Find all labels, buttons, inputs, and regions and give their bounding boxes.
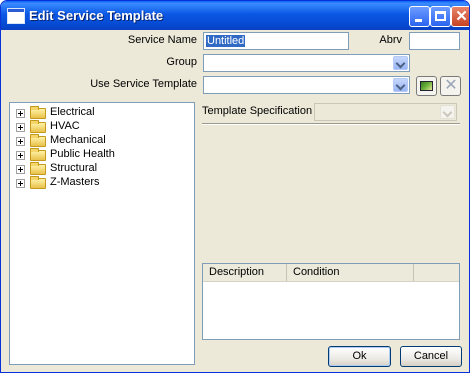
title-bar[interactable]: Edit Service Template ✕ [1, 1, 469, 30]
ok-button[interactable]: Ok [328, 346, 391, 367]
tree-item-label: Structural [50, 162, 98, 174]
folder-icon [30, 176, 46, 189]
folder-icon [30, 120, 46, 133]
abrv-label: Abrv [379, 34, 402, 46]
minimize-button[interactable] [409, 6, 430, 27]
service-category-tree[interactable]: Electrical HVAC Mechanical Public Health… [9, 102, 195, 365]
chevron-down-icon[interactable] [393, 78, 408, 92]
maximize-button[interactable] [430, 6, 451, 27]
window-icon [7, 8, 25, 24]
apply-template-button[interactable] [416, 76, 437, 96]
group-combo[interactable] [203, 54, 410, 72]
minimize-icon [415, 19, 422, 22]
folder-icon [30, 148, 46, 161]
close-button[interactable]: ✕ [451, 6, 469, 27]
edit-service-template-window: Edit Service Template ✕ Service Name Unt… [0, 0, 470, 373]
expand-icon[interactable] [16, 151, 25, 160]
tree-item-label: Electrical [50, 106, 95, 118]
tree-item-label: Z-Masters [50, 176, 100, 188]
grid-header: Description Condition [203, 264, 459, 282]
cancel-button[interactable]: Cancel [400, 346, 462, 367]
service-name-value: Untitled [206, 35, 246, 47]
column-header-description[interactable]: Description [203, 264, 287, 281]
expand-icon[interactable] [16, 137, 25, 146]
service-name-label: Service Name [127, 34, 197, 46]
chevron-down-icon[interactable] [440, 105, 455, 119]
folder-icon [30, 106, 46, 119]
expand-icon[interactable] [16, 109, 25, 118]
chevron-down-icon[interactable] [393, 56, 408, 70]
expand-icon[interactable] [16, 179, 25, 188]
abrv-input[interactable] [409, 32, 460, 50]
folder-icon [30, 162, 46, 175]
clear-template-button[interactable]: ✕ [440, 76, 461, 96]
column-header-condition[interactable]: Condition [287, 264, 414, 281]
use-template-combo[interactable] [203, 76, 410, 94]
window-title: Edit Service Template [29, 8, 164, 23]
tree-item-label: Public Health [50, 148, 115, 160]
image-icon [420, 81, 433, 91]
expand-icon[interactable] [16, 165, 25, 174]
clear-icon: ✕ [444, 77, 458, 94]
expand-icon[interactable] [16, 123, 25, 132]
template-spec-label: Template Specification [202, 105, 313, 117]
specification-grid[interactable]: Description Condition [202, 263, 460, 340]
maximize-icon [435, 11, 446, 21]
template-spec-combo[interactable] [314, 103, 457, 121]
group-label: Group [166, 56, 197, 68]
close-icon: ✕ [455, 8, 468, 25]
service-name-input[interactable]: Untitled [203, 32, 349, 50]
tree-item-label: Mechanical [50, 134, 106, 146]
tree-item-label: HVAC [50, 120, 80, 132]
folder-icon [30, 134, 46, 147]
use-template-label: Use Service Template [90, 78, 197, 90]
divider [202, 123, 460, 125]
